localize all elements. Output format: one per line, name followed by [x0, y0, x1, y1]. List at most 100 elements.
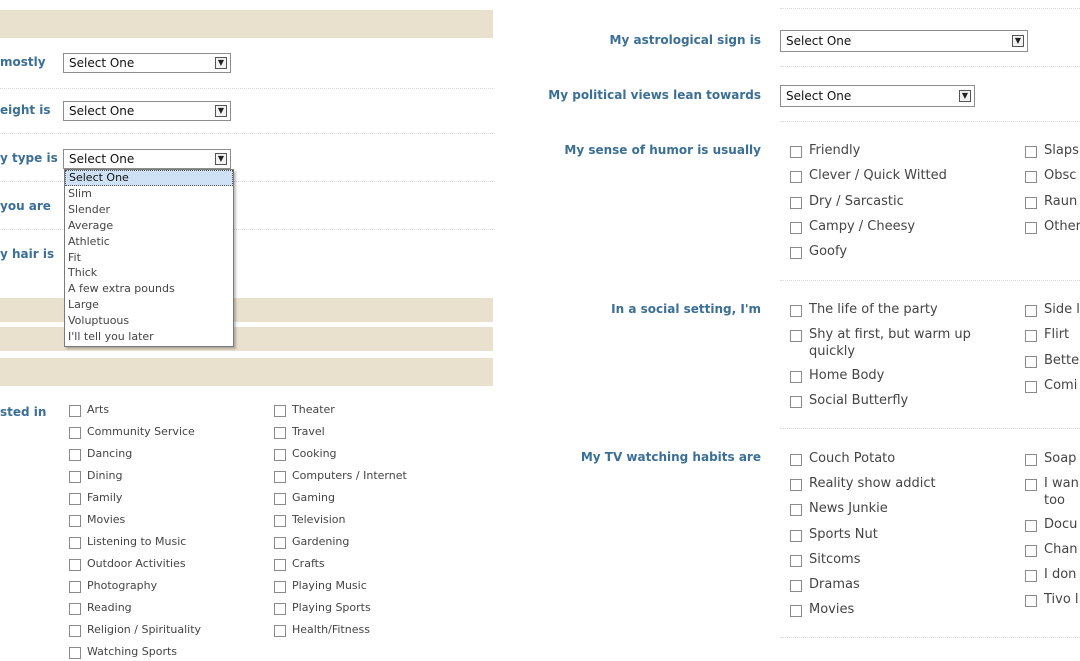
humor-checkbox[interactable]: [1025, 146, 1037, 158]
chevron-down-icon[interactable]: ▼: [215, 57, 227, 69]
interest-label: Family: [87, 491, 123, 504]
tv-option-label: Tivo l: [1044, 592, 1079, 607]
interest-checkbox[interactable]: [69, 449, 81, 461]
tv-checkbox[interactable]: [1025, 570, 1037, 582]
humor-checkbox[interactable]: [790, 247, 802, 259]
chevron-down-icon[interactable]: ▼: [1012, 35, 1024, 47]
interest-label: Reading: [87, 601, 132, 614]
social-checkbox[interactable]: [790, 371, 802, 383]
dropdown-option[interactable]: Athletic: [65, 234, 233, 250]
political-views-select[interactable]: Select One ▼: [780, 85, 975, 107]
dropdown-option[interactable]: Fit: [65, 250, 233, 266]
interest-label: Listening to Music: [87, 535, 187, 548]
interest-checkbox[interactable]: [274, 471, 286, 483]
humor-option-label: Clever / Quick Witted: [809, 168, 947, 183]
interest-checkbox[interactable]: [69, 427, 81, 439]
interest-checkbox[interactable]: [69, 471, 81, 483]
humor-option-label: Campy / Cheesy: [809, 219, 916, 234]
interest-checkbox[interactable]: [274, 581, 286, 593]
tv-option-label-continued: too: [1044, 493, 1066, 508]
tv-option-label: I wan: [1044, 476, 1079, 491]
dropdown-option[interactable]: Slender: [65, 202, 233, 218]
humor-checkbox[interactable]: [790, 146, 802, 158]
tv-checkbox[interactable]: [1025, 595, 1037, 607]
dropdown-option[interactable]: Slim: [65, 186, 233, 202]
tv-checkbox[interactable]: [790, 605, 802, 617]
tv-checkbox[interactable]: [790, 530, 802, 542]
chevron-down-icon[interactable]: ▼: [215, 105, 227, 117]
mostly-label: mostly: [0, 55, 46, 69]
humor-checkbox[interactable]: [790, 197, 802, 209]
interest-label: Arts: [87, 403, 110, 416]
tv-option-label: News Junkie: [809, 501, 888, 516]
dropdown-option[interactable]: A few extra pounds: [65, 281, 233, 297]
tv-checkbox[interactable]: [1025, 479, 1037, 491]
interest-checkbox[interactable]: [274, 603, 286, 615]
dropdown-option[interactable]: Select One: [65, 170, 233, 186]
social-checkbox[interactable]: [1025, 381, 1037, 393]
interest-checkbox[interactable]: [69, 559, 81, 571]
interest-checkbox[interactable]: [274, 515, 286, 527]
tv-checkbox[interactable]: [790, 580, 802, 592]
body-type-select[interactable]: Select One ▼: [63, 149, 231, 169]
social-option-label: Side l: [1044, 302, 1080, 317]
humor-checkbox[interactable]: [790, 222, 802, 234]
interest-checkbox[interactable]: [69, 647, 81, 659]
body-type-label: y type is: [0, 151, 58, 165]
social-option-label: Flirt: [1044, 327, 1070, 342]
tv-checkbox[interactable]: [790, 479, 802, 491]
dropdown-option[interactable]: Average: [65, 218, 233, 234]
tv-checkbox[interactable]: [1025, 454, 1037, 466]
tv-option-label: Sitcoms: [809, 552, 861, 567]
interest-checkbox[interactable]: [69, 515, 81, 527]
social-checkbox[interactable]: [790, 396, 802, 408]
tv-option-label: I don: [1044, 567, 1077, 582]
dropdown-option[interactable]: Thick: [65, 265, 233, 281]
tv-habits-label: My TV watching habits are: [580, 450, 761, 464]
tv-checkbox[interactable]: [1025, 545, 1037, 557]
social-checkbox[interactable]: [790, 305, 802, 317]
tv-checkbox[interactable]: [790, 454, 802, 466]
interest-checkbox[interactable]: [69, 581, 81, 593]
interest-label: Religion / Spirituality: [87, 623, 202, 636]
tv-option-label: Docu: [1044, 517, 1078, 532]
interest-checkbox[interactable]: [274, 493, 286, 505]
interest-checkbox[interactable]: [69, 625, 81, 637]
row-divider: [780, 121, 1080, 122]
tv-checkbox[interactable]: [790, 555, 802, 567]
dropdown-option[interactable]: Large: [65, 297, 233, 313]
row-divider: [780, 637, 1080, 638]
social-checkbox[interactable]: [790, 330, 802, 342]
interest-checkbox[interactable]: [69, 537, 81, 549]
social-checkbox[interactable]: [1025, 356, 1037, 368]
interest-checkbox[interactable]: [274, 537, 286, 549]
interest-checkbox[interactable]: [274, 559, 286, 571]
interest-label: Dancing: [87, 447, 133, 460]
dropdown-option[interactable]: Voluptuous: [65, 313, 233, 329]
humor-checkbox[interactable]: [1025, 222, 1037, 234]
interest-label: Theater: [292, 403, 335, 416]
tv-checkbox[interactable]: [790, 504, 802, 516]
interest-checkbox[interactable]: [274, 449, 286, 461]
interest-checkbox[interactable]: [69, 493, 81, 505]
social-checkbox[interactable]: [1025, 305, 1037, 317]
interest-checkbox[interactable]: [69, 603, 81, 615]
humor-checkbox[interactable]: [1025, 171, 1037, 183]
you-are-label: you are: [0, 199, 51, 213]
tv-option-label: Dramas: [809, 577, 860, 592]
chevron-down-icon[interactable]: ▼: [959, 90, 971, 102]
humor-checkbox[interactable]: [1025, 197, 1037, 209]
interest-checkbox[interactable]: [274, 625, 286, 637]
social-checkbox[interactable]: [1025, 330, 1037, 342]
height-select[interactable]: Select One ▼: [63, 101, 231, 121]
chevron-down-icon[interactable]: ▼: [215, 153, 227, 165]
dropdown-option[interactable]: I'll tell you later: [65, 329, 233, 345]
interest-checkbox[interactable]: [274, 405, 286, 417]
mostly-select[interactable]: Select One ▼: [63, 53, 231, 73]
humor-checkbox[interactable]: [790, 171, 802, 183]
interest-checkbox[interactable]: [69, 405, 81, 417]
tv-checkbox[interactable]: [1025, 520, 1037, 532]
astrological-sign-select[interactable]: Select One ▼: [780, 30, 1028, 52]
interest-checkbox[interactable]: [274, 427, 286, 439]
social-option-label: The life of the party: [809, 302, 938, 317]
